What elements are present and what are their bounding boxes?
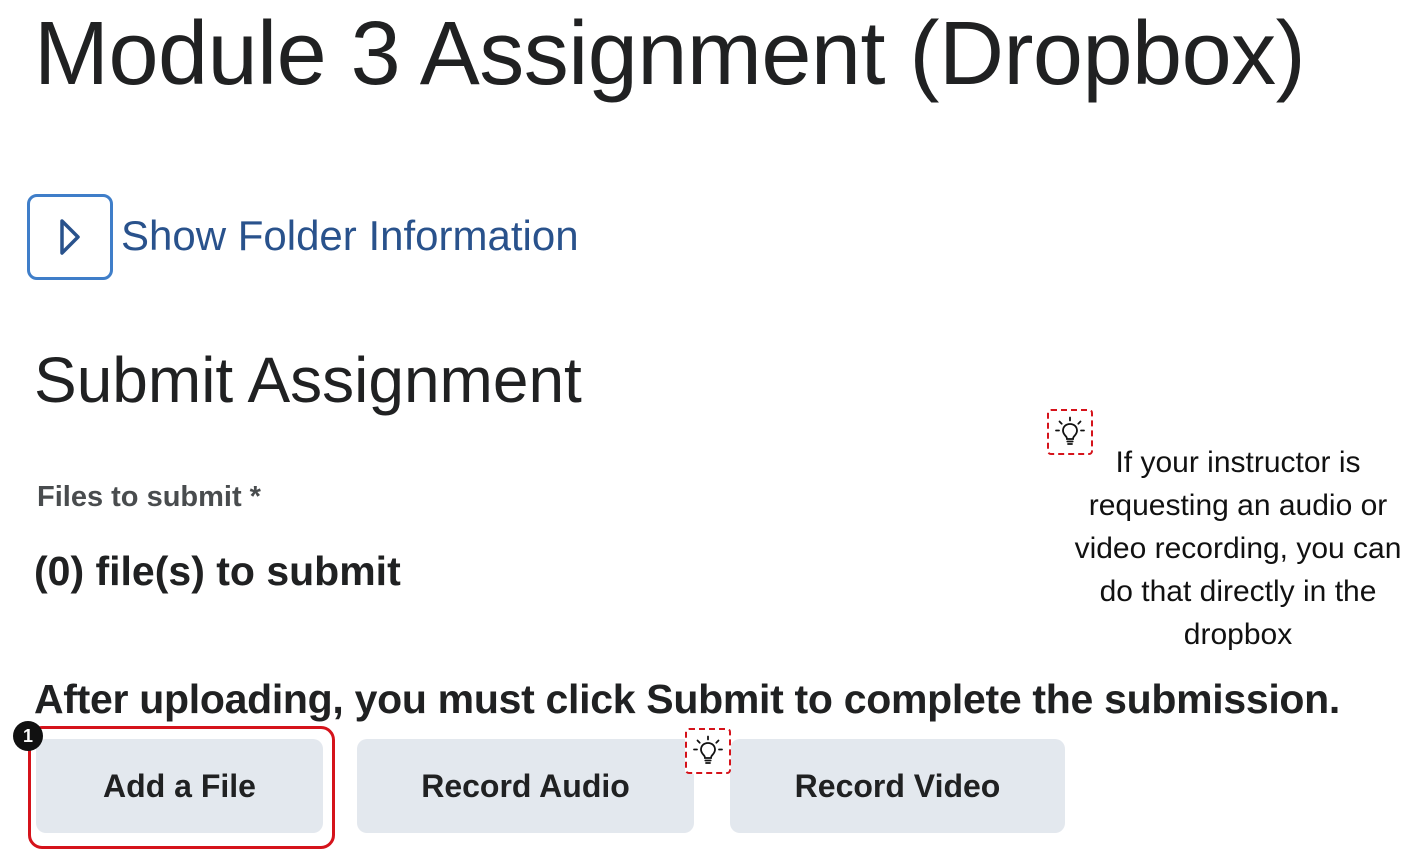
record-audio-button[interactable]: Record Audio xyxy=(357,739,694,833)
step-badge: 1 xyxy=(13,721,43,751)
show-folder-info-link[interactable]: Show Folder Information xyxy=(121,208,579,264)
lightbulb-icon xyxy=(693,735,723,764)
submission-instruction: After uploading, you must click Submit t… xyxy=(34,676,1341,722)
files-to-submit-label: Files to submit * xyxy=(37,481,261,513)
tip-marker xyxy=(685,728,731,774)
submit-assignment-heading: Submit Assignment xyxy=(34,344,582,416)
page-title: Module 3 Assignment (Dropbox) xyxy=(34,4,1306,104)
files-count: (0) file(s) to submit xyxy=(34,548,401,594)
chevron-right-icon xyxy=(60,219,80,255)
show-folder-info-toggle[interactable] xyxy=(27,194,113,280)
add-file-button[interactable]: Add a File xyxy=(36,739,323,833)
tip-text: If your instructor is requesting an audi… xyxy=(1074,446,1402,651)
record-video-button[interactable]: Record Video xyxy=(730,739,1065,833)
